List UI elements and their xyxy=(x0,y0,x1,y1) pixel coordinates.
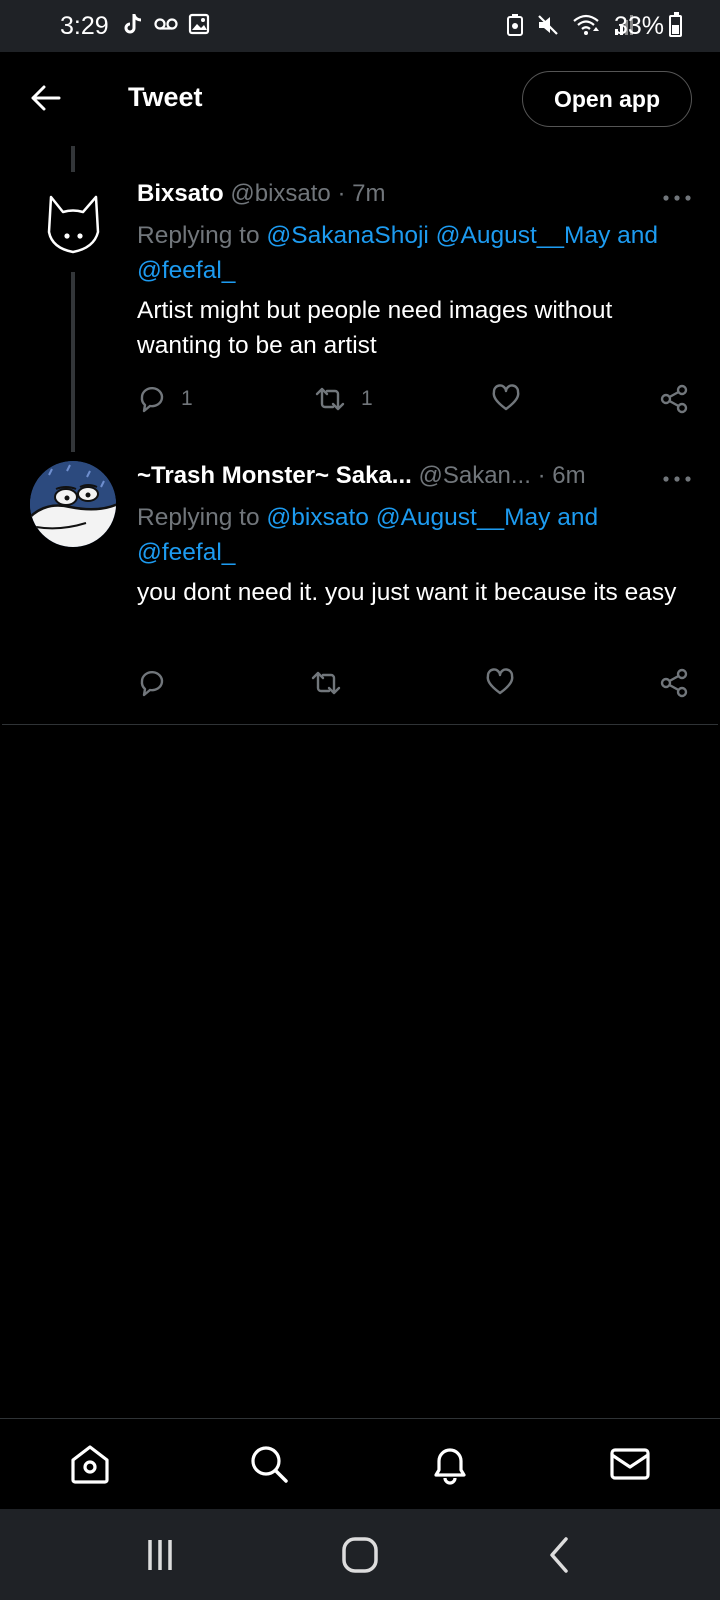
recents-button[interactable] xyxy=(135,1533,185,1577)
status-time: 3:29 xyxy=(60,12,109,40)
nav-search[interactable] xyxy=(244,1439,294,1489)
more-dots-icon xyxy=(663,195,691,201)
recents-icon xyxy=(148,1540,172,1570)
data-saver-icon xyxy=(507,14,523,36)
battery-percent: 33% xyxy=(613,12,664,40)
notifications-icon xyxy=(434,1448,466,1485)
tweet-time[interactable]: 6m xyxy=(552,462,585,489)
author-handle[interactable]: @Sakan... xyxy=(418,462,530,489)
arrow-left-icon xyxy=(31,85,61,111)
tweet-time[interactable]: 7m xyxy=(352,180,385,207)
reply-button[interactable]: 1 xyxy=(137,384,193,414)
system-nav xyxy=(0,1509,720,1600)
avatar[interactable] xyxy=(30,182,116,268)
author-name[interactable]: Bixsato xyxy=(137,180,224,207)
mention-and[interactable]: and xyxy=(617,222,658,249)
mention-link[interactable]: @August__May xyxy=(376,504,551,531)
tweet-actions: 1 1 xyxy=(137,384,697,424)
voicemail-icon xyxy=(154,18,178,30)
more-options-button[interactable] xyxy=(662,188,692,208)
home-button-icon xyxy=(342,1537,378,1573)
reply-icon xyxy=(140,670,164,697)
mute-icon xyxy=(538,15,558,35)
back-system-button[interactable] xyxy=(535,1533,585,1577)
mention-link[interactable]: @SakanaShoji xyxy=(266,222,428,249)
like-button[interactable] xyxy=(485,668,515,696)
mention-link[interactable]: @August__May xyxy=(436,222,611,249)
tweet-header: ~Trash Monster~ Saka... @Sakan... · 6m xyxy=(137,462,720,490)
reply-button[interactable] xyxy=(137,668,181,698)
retweet-count: 1 xyxy=(361,387,373,410)
replying-to: Replying to @bixsato @August__May and @fe… xyxy=(137,504,599,566)
back-button[interactable] xyxy=(26,78,66,118)
nav-home[interactable] xyxy=(65,1439,115,1489)
replying-to: Replying to @SakanaShoji @August__May an… xyxy=(137,222,659,284)
page-title: Tweet xyxy=(128,82,203,112)
tweet-text: you dont need it. you just want it becau… xyxy=(137,579,677,606)
open-app-button[interactable]: Open app xyxy=(522,71,692,127)
mention-link[interactable]: @feefal_ xyxy=(137,539,235,566)
back-icon xyxy=(550,1537,568,1573)
author-name[interactable]: ~Trash Monster~ Saka... xyxy=(137,462,412,489)
wifi-icon xyxy=(573,14,599,35)
bottom-nav xyxy=(0,1418,720,1509)
share-icon xyxy=(660,384,688,414)
tiktok-icon xyxy=(124,14,142,34)
messages-icon xyxy=(610,1448,650,1480)
tweet-header: Bixsato @bixsato · 7m xyxy=(137,180,720,208)
author-handle[interactable]: @bixsato xyxy=(230,180,330,207)
more-dots-icon xyxy=(663,476,691,482)
divider xyxy=(2,724,718,725)
creature-avatar xyxy=(30,461,116,547)
retweet-icon xyxy=(311,671,341,695)
more-options-button[interactable] xyxy=(662,469,692,489)
share-icon xyxy=(660,668,688,698)
tweet-text: Artist might but people need images with… xyxy=(137,297,613,359)
retweet-button[interactable]: 1 xyxy=(313,384,373,414)
separator-dot: · xyxy=(537,462,546,489)
share-button[interactable] xyxy=(659,384,689,414)
retweet-icon xyxy=(315,387,345,411)
share-button[interactable] xyxy=(659,668,689,698)
thread-line-top xyxy=(71,146,75,172)
separator-dot: · xyxy=(337,180,346,207)
like-button[interactable] xyxy=(491,384,521,412)
tweet-actions xyxy=(137,668,697,708)
mention-and[interactable]: and xyxy=(557,504,598,531)
heart-icon xyxy=(486,668,514,695)
mention-link[interactable]: @bixsato xyxy=(266,504,369,531)
home-system-button[interactable] xyxy=(335,1533,385,1577)
image-icon xyxy=(188,13,210,35)
reply-count: 1 xyxy=(181,387,193,410)
cat-face-avatar xyxy=(47,195,100,254)
heart-icon xyxy=(492,384,520,411)
mention-link[interactable]: @feefal_ xyxy=(137,257,235,284)
nav-notifications[interactable] xyxy=(425,1439,475,1489)
thread-line-connector xyxy=(71,272,75,452)
avatar[interactable] xyxy=(30,461,116,547)
search-icon xyxy=(251,1446,288,1483)
status-bar: 3:29 33% xyxy=(0,0,720,52)
reply-icon xyxy=(140,386,164,413)
battery-icon xyxy=(669,12,682,37)
header: Tweet Open app xyxy=(0,52,720,144)
nav-messages[interactable] xyxy=(605,1439,655,1489)
home-icon xyxy=(71,1445,109,1484)
retweet-button[interactable] xyxy=(309,668,357,698)
